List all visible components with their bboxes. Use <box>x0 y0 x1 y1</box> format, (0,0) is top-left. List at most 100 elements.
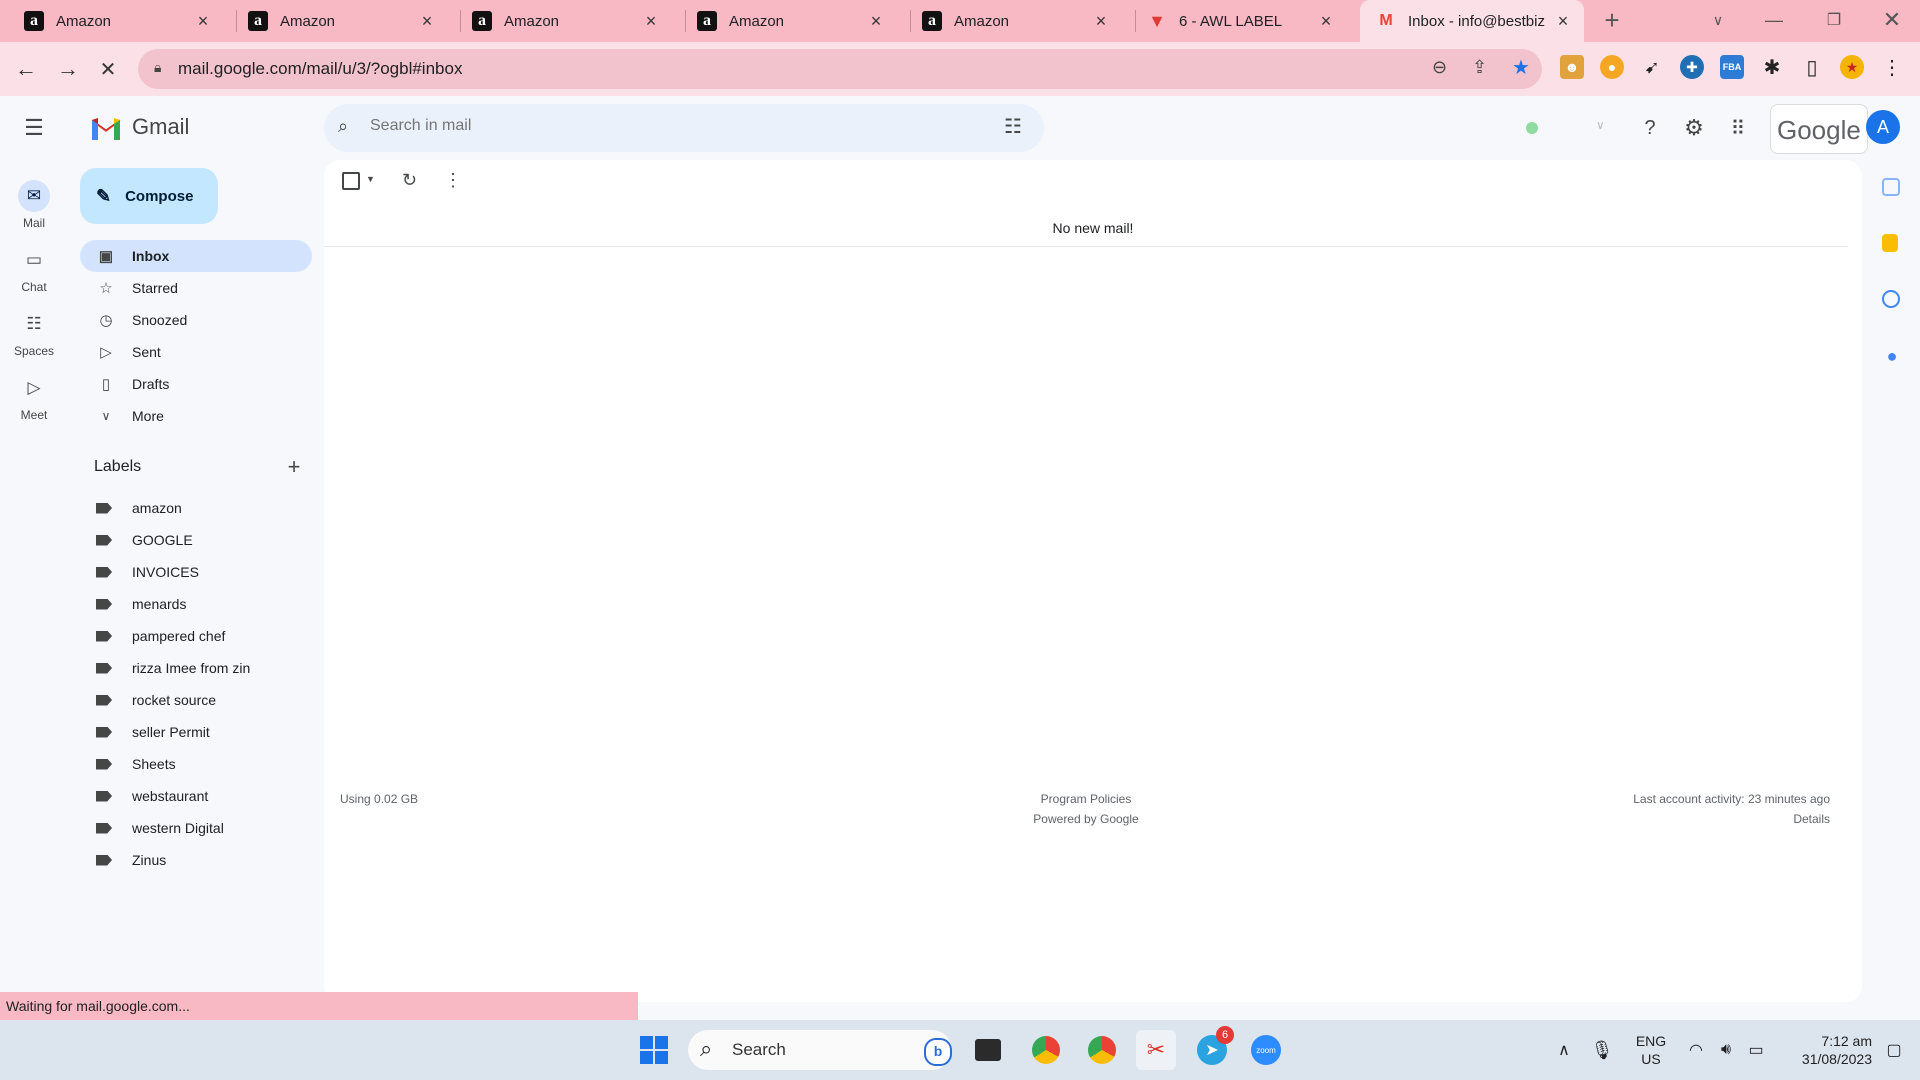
label-item-western-digital[interactable]: western Digital <box>80 812 224 844</box>
avatar[interactable]: A <box>1866 110 1900 144</box>
main-menu-icon[interactable]: ☰ <box>14 108 54 148</box>
input-language[interactable]: ENG US <box>1628 1032 1674 1068</box>
bookmark-star-icon[interactable]: ★ <box>1512 55 1530 80</box>
label-item-amazon[interactable]: amazon <box>80 492 182 524</box>
clock[interactable]: 7:12 am 31/08/2023 <box>1776 1032 1872 1068</box>
close-icon[interactable]: × <box>418 11 436 32</box>
apps-grid-icon[interactable]: ⠿ <box>1718 108 1758 148</box>
label-item-pampered-chef[interactable]: pampered chef <box>80 620 225 652</box>
close-icon[interactable]: × <box>642 11 660 32</box>
nav-item-drafts[interactable]: ▯ Drafts <box>80 368 312 400</box>
extension-orange-icon[interactable]: ● <box>1600 55 1624 79</box>
select-all-checkbox[interactable] <box>342 172 360 190</box>
notifications-icon[interactable]: ▢ <box>1874 1030 1914 1070</box>
extension-blue-icon[interactable]: ✚ <box>1680 55 1704 79</box>
settings-gear-icon[interactable]: ⚙ <box>1674 108 1714 148</box>
tray-overflow-chevron-icon[interactable]: ∧ <box>1544 1030 1584 1070</box>
help-icon[interactable]: ? <box>1630 108 1670 148</box>
minimize-icon[interactable]: — <box>1746 0 1802 40</box>
add-label-icon[interactable]: + <box>282 454 306 486</box>
tab-awl-label[interactable]: ▼ 6 - AWL LABEL × <box>1123 0 1347 42</box>
nav-item-sent[interactable]: ▷ Sent <box>80 336 312 368</box>
select-dropdown-icon[interactable]: ▼ <box>366 174 375 184</box>
label-item-zinus[interactable]: Zinus <box>80 844 166 876</box>
nav-item-starred[interactable]: ☆ Starred <box>80 272 312 304</box>
tab-amazon-4[interactable]: a Amazon × <box>673 0 897 42</box>
snipping-tool-icon[interactable]: ✂ <box>1136 1030 1176 1070</box>
extension-cat-icon[interactable]: ☻ <box>1560 55 1584 79</box>
extension-arrow-icon[interactable]: ➹ <box>1640 55 1664 79</box>
tab-amazon-5[interactable]: a Amazon × <box>898 0 1122 42</box>
rail-item-spaces[interactable]: ☷ Spaces <box>0 308 68 358</box>
profile-avatar-icon[interactable]: ★ <box>1840 55 1864 79</box>
tasks-icon[interactable] <box>1882 290 1900 308</box>
label-item-sheets[interactable]: Sheets <box>80 748 176 780</box>
label-item-rocket-source[interactable]: rocket source <box>80 684 216 716</box>
tab-search-icon[interactable]: ∨ <box>1690 0 1746 40</box>
browser-menu-icon[interactable]: ⋮ <box>1880 55 1904 79</box>
tab-amazon-3[interactable]: a Amazon × <box>448 0 672 42</box>
stop-loading-icon[interactable]: ✕ <box>90 51 126 87</box>
microphone-icon[interactable]: 🎙︎ <box>1582 1030 1622 1070</box>
chrome-icon[interactable] <box>1026 1030 1066 1070</box>
zoom-icon[interactable]: ⊖ <box>1432 57 1447 78</box>
rail-item-mail[interactable]: ✉ Mail <box>0 180 68 230</box>
label-item-rizza[interactable]: rizza Imee from zin <box>80 652 250 684</box>
gmail-logo[interactable] <box>90 114 122 142</box>
contacts-icon[interactable]: ● <box>1882 346 1902 366</box>
forward-icon[interactable]: → <box>50 51 86 87</box>
label-item-menards[interactable]: menards <box>80 588 186 620</box>
extensions-puzzle-icon[interactable]: ✱ <box>1760 55 1784 79</box>
search-icon[interactable]: ⌕ <box>338 116 348 137</box>
new-tab-button[interactable]: + <box>1584 0 1640 40</box>
nav-label: Sent <box>132 344 161 360</box>
details-link[interactable]: Details <box>1793 812 1830 826</box>
nav-label: More <box>132 408 164 424</box>
restore-icon[interactable]: ❐ <box>1806 0 1862 40</box>
tab-amazon-2[interactable]: a Amazon × <box>224 0 448 42</box>
lock-icon[interactable]: 🔒︎ <box>154 59 161 76</box>
google-account-chip[interactable]: Google <box>1770 104 1868 154</box>
status-selector[interactable]: ∨ <box>1512 108 1612 148</box>
compose-button[interactable]: ✎ Compose <box>80 168 218 224</box>
rail-label: Chat <box>21 280 47 294</box>
label-item-invoices[interactable]: INVOICES <box>80 556 199 588</box>
zoom-app-icon[interactable]: zoom <box>1246 1030 1286 1070</box>
chrome-profile-icon[interactable] <box>1082 1030 1122 1070</box>
close-icon[interactable]: × <box>1092 11 1110 32</box>
label-item-webstaurant[interactable]: webstaurant <box>80 780 208 812</box>
share-icon[interactable]: ⇪ <box>1472 57 1487 78</box>
file-explorer-icon[interactable] <box>968 1030 1008 1070</box>
keep-icon[interactable] <box>1882 234 1898 252</box>
label-item-google[interactable]: GOOGLE <box>80 524 193 556</box>
telegram-icon[interactable]: ➤ 6 <box>1192 1026 1234 1070</box>
address-bar[interactable]: 🔒︎ mail.google.com/mail/u/3/?ogbl#inbox … <box>138 49 1542 89</box>
tab-gmail-inbox[interactable]: M Inbox - info@bestbiz × <box>1360 0 1584 42</box>
label-item-seller-permit[interactable]: seller Permit <box>80 716 210 748</box>
rail-item-chat[interactable]: ▭ Chat <box>0 244 68 294</box>
close-icon[interactable]: × <box>194 11 212 32</box>
windows-start-icon[interactable] <box>634 1030 674 1070</box>
refresh-icon[interactable]: ↻ <box>402 170 417 191</box>
nav-item-snoozed[interactable]: ◷ Snoozed <box>80 304 312 336</box>
more-options-icon[interactable]: ⋮ <box>444 170 462 191</box>
battery-icon[interactable]: ▭ <box>1736 1030 1776 1070</box>
taskbar-search-box[interactable]: ⌕ Search b <box>688 1030 952 1070</box>
nav-item-inbox[interactable]: ▣ Inbox <box>80 240 312 272</box>
search-bar[interactable]: ⌕ ☷ <box>324 104 1044 152</box>
extension-fba-icon[interactable]: FBA <box>1720 55 1744 79</box>
search-options-icon[interactable]: ☷ <box>1004 114 1022 139</box>
calendar-icon[interactable] <box>1882 178 1900 196</box>
nav-item-more[interactable]: ∨ More <box>80 400 312 432</box>
program-policies-link[interactable]: Program Policies <box>324 792 1848 806</box>
window-close-icon[interactable]: ✕ <box>1864 0 1920 40</box>
side-panel-icon[interactable]: ▯ <box>1800 55 1824 79</box>
back-icon[interactable]: ← <box>8 51 44 87</box>
rail-item-meet[interactable]: ▷ Meet <box>0 372 68 422</box>
close-icon[interactable]: × <box>1554 11 1572 32</box>
search-input[interactable] <box>368 116 932 136</box>
close-icon[interactable]: × <box>1317 11 1335 32</box>
google-wordmark: Google <box>1777 115 1861 145</box>
close-icon[interactable]: × <box>867 11 885 32</box>
tab-amazon-1[interactable]: a Amazon × <box>0 0 224 42</box>
